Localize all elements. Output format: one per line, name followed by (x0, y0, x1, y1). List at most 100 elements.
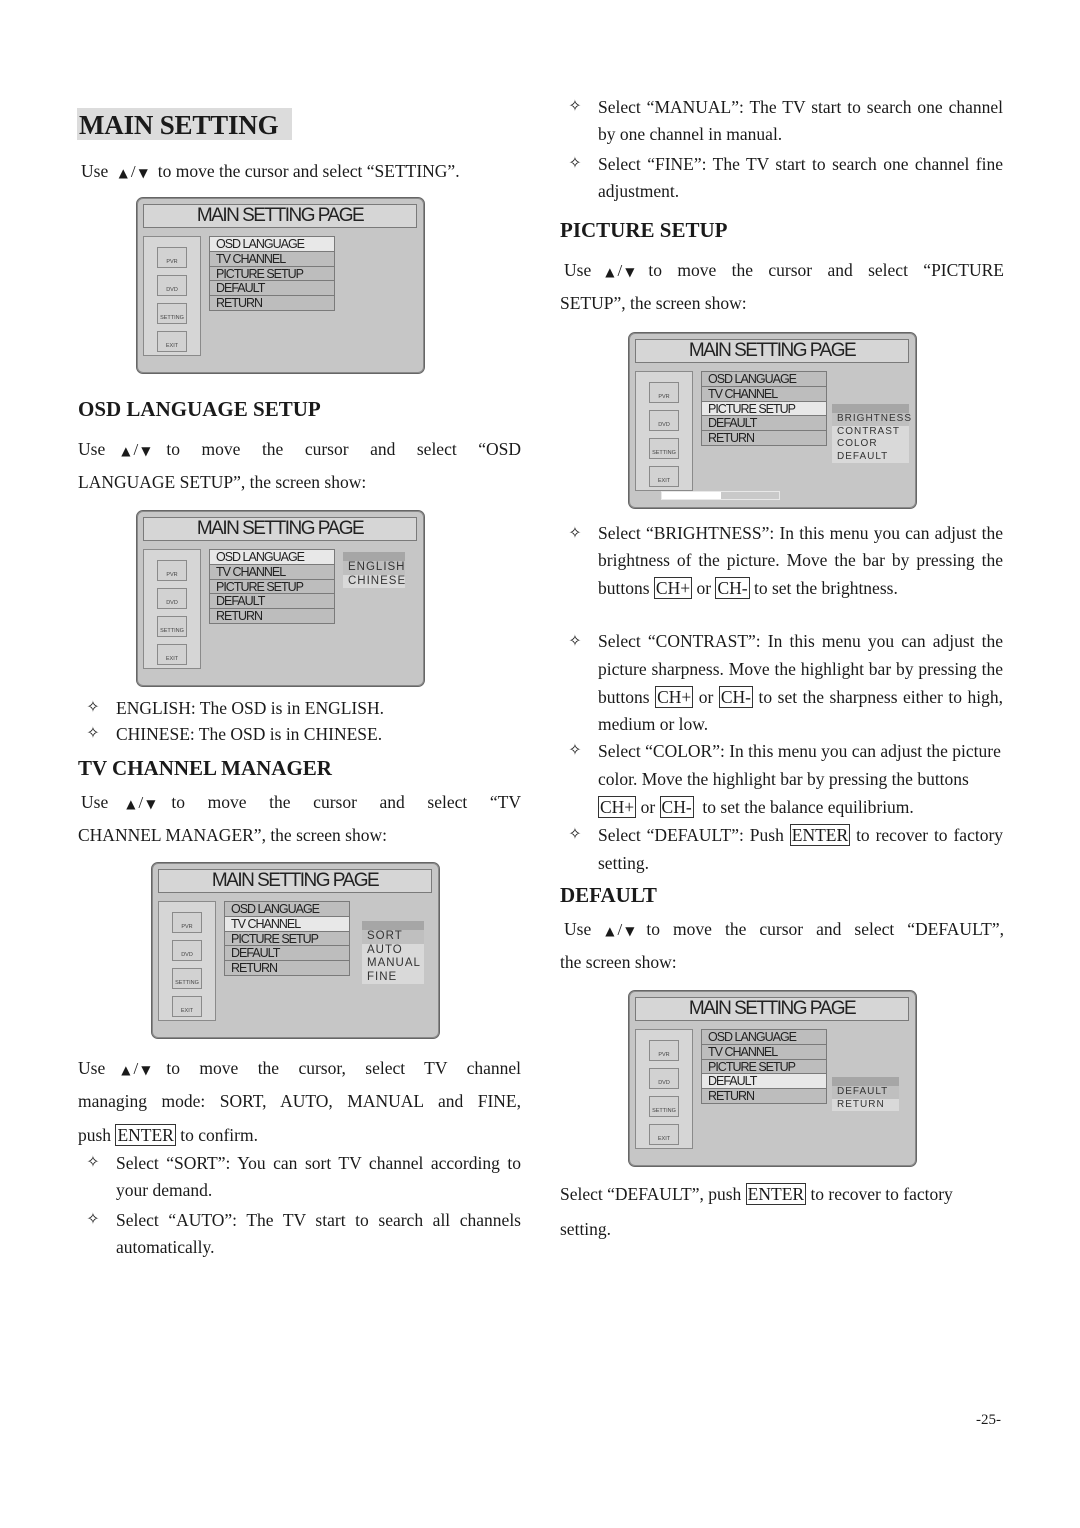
ch-minus-key: CH- (715, 576, 750, 599)
osd-submenu-item[interactable]: FINE (362, 971, 424, 985)
osd-menu-item[interactable]: DEFAULT (210, 594, 334, 610)
osd-side-button-exit[interactable]: EXIT (649, 1124, 679, 1145)
osd-menu-item[interactable]: PICTURE SETUP (702, 401, 826, 417)
default-final-line1: Select “DEFAULT”, push ENTER to recover … (560, 1183, 953, 1205)
osd-side-button-setting[interactable]: SETTING (157, 303, 187, 324)
osd-level-slider[interactable] (661, 491, 780, 500)
osd-submenu-item[interactable]: MANUAL (362, 957, 424, 971)
up-down-arrows-icon: ▲ / ▼ (605, 261, 635, 280)
osd-submenu: DEFAULT RETURN (832, 1077, 899, 1111)
bullet-star-icon: ✧ (568, 525, 582, 542)
osd-menu-item[interactable]: TV CHANNEL (702, 386, 826, 402)
ch-plus-key: CH+ (598, 796, 637, 818)
osd-menu-item[interactable]: DEFAULT (702, 416, 826, 432)
enter-key: ENTER (115, 1124, 176, 1146)
osd-menu-item[interactable]: DEFAULT (702, 1074, 826, 1090)
osd-side-button-exit[interactable]: EXIT (172, 996, 202, 1017)
osd-side-button-setting[interactable]: SETTING (649, 1096, 679, 1117)
osd-side-panel: PVR DVD SETTING EXIT (635, 371, 693, 491)
osd-title: MAIN SETTING PAGE (635, 997, 909, 1021)
bullet-star-icon: ✧ (568, 633, 582, 650)
osd-side-button-pvr[interactable]: PVR (649, 382, 679, 403)
osd-submenu: BRIGHTNESS CONTRAST COLOR DEFAULT (832, 404, 911, 464)
osd-submenu-item[interactable]: COLOR (832, 438, 909, 451)
osd-menu-item[interactable]: RETURN (702, 1089, 826, 1103)
osd-menu-item[interactable]: OSD LANGUAGE (225, 902, 349, 917)
bullet-brightness: ✧ Select “BRIGHTNESS”: In this menu you … (560, 520, 1003, 602)
tv-channel-instruction-line1: Use ▲ / ▼ to move the cursor and select “TV (81, 786, 521, 821)
osd-menu-item[interactable]: DEFAULT (225, 946, 349, 962)
osd-side-button-dvd[interactable]: DVD (649, 410, 679, 431)
osd-submenu-item[interactable]: BRIGHTNESS (832, 413, 911, 426)
page-number: -25- (976, 1412, 1001, 1428)
osd-submenu-item[interactable]: AUTO (362, 944, 424, 958)
osd-submenu-item[interactable]: DEFAULT (832, 1086, 899, 1099)
bullet-contrast: ✧ Select “CONTRAST”: In this menu you ca… (560, 628, 1003, 739)
osd-menu: OSD LANGUAGE TV CHANNEL PICTURE SETUP DEFAU… (209, 236, 335, 311)
osd-side-panel: PVR DVD SETTING EXIT (158, 901, 216, 1021)
osd-side-button-pvr[interactable]: PVR (649, 1040, 679, 1061)
osd-menu-item[interactable]: RETURN (225, 961, 349, 975)
osd-menu-item[interactable]: RETURN (702, 431, 826, 445)
osd-menu-item[interactable]: PICTURE SETUP (225, 931, 349, 947)
picture-setup-instruction-line1: Use ▲ / ▼ to move the cursor and select “PIC… (564, 254, 1004, 289)
osd-menu-item[interactable]: PICTURE SETUP (210, 579, 334, 595)
osd-side-button-dvd[interactable]: DVD (157, 275, 187, 296)
osd-submenu-item[interactable]: CHINESE (343, 575, 405, 589)
osd-side-button-dvd[interactable]: DVD (649, 1068, 679, 1089)
bullet-sort: ✧ Select “SORT”: You can sort TV channel… (78, 1150, 521, 1203)
osd-side-button-pvr[interactable]: PVR (157, 560, 187, 581)
osd-menu-item[interactable]: DEFAULT (210, 281, 334, 297)
osd-submenu-item[interactable]: SORT (362, 930, 424, 944)
osd-menu-item[interactable]: PICTURE SETUP (702, 1059, 826, 1075)
osd-side-button-setting[interactable]: SETTING (649, 438, 679, 459)
osd-menu-item[interactable]: OSD LANGUAGE (702, 1030, 826, 1045)
osd-menu-item[interactable]: OSD LANGUAGE (210, 237, 334, 252)
bullet-star-icon: ✧ (568, 742, 582, 759)
osd-side-button-pvr[interactable]: PVR (172, 912, 202, 933)
bullet-chinese: ✧ CHINESE: The OSD is in CHINESE. (78, 721, 521, 748)
osd-title: MAIN SETTING PAGE (635, 339, 909, 363)
osd-submenu-header (832, 404, 909, 413)
osd-menu: OSD LANGUAGE TV CHANNEL PICTURE SETUP DEFAU… (209, 549, 335, 624)
osd-side-button-setting[interactable]: SETTING (157, 616, 187, 637)
osd-side-button-pvr[interactable]: PVR (157, 247, 187, 268)
default-instruction-line1: Use ▲ / ▼ to move the cursor and select “DEF… (564, 913, 1004, 948)
osd-menu-item[interactable]: OSD LANGUAGE (702, 372, 826, 387)
osd-menu-item[interactable]: RETURN (210, 296, 334, 310)
ch-plus-key: CH+ (655, 685, 694, 708)
bullet-star-icon: ✧ (568, 98, 582, 115)
osd-side-button-setting[interactable]: SETTING (172, 968, 202, 989)
osd-language-instruction-line2: LANGUAGE SETUP”, the screen show: (78, 472, 367, 492)
osd-side-button-dvd[interactable]: DVD (157, 588, 187, 609)
osd-side-button-exit[interactable]: EXIT (649, 466, 679, 487)
osd-language-instruction-line1: Use ▲ / ▼ to move the cursor and select “OSD (78, 433, 521, 468)
osd-menu-item[interactable]: PICTURE SETUP (210, 266, 334, 282)
osd-submenu-item[interactable]: DEFAULT (832, 451, 909, 464)
osd-title: MAIN SETTING PAGE (158, 869, 432, 893)
osd-menu-item[interactable]: TV CHANNEL (225, 916, 349, 932)
default-instruction-line2: the screen show: (560, 952, 677, 972)
osd-menu-item[interactable]: OSD LANGUAGE (210, 550, 334, 565)
osd-screen-main: MAIN SETTING PAGE PVR DVD SETTING EXIT OSD LA… (136, 197, 425, 374)
osd-menu-item[interactable]: TV CHANNEL (702, 1044, 826, 1060)
bullet-star-icon: ✧ (86, 1211, 100, 1228)
osd-submenu-item[interactable]: ENGLISH (343, 561, 405, 575)
osd-menu-item[interactable]: RETURN (210, 609, 334, 623)
osd-submenu: ENGLISH CHINESE (343, 552, 405, 588)
osd-side-button-dvd[interactable]: DVD (172, 940, 202, 961)
osd-menu: OSD LANGUAGE TV CHANNEL PICTURE SETUP DEFAU… (224, 901, 350, 976)
osd-menu-item[interactable]: TV CHANNEL (210, 564, 334, 580)
osd-screen-language: MAIN SETTING PAGE PVR DVD SETTING EXIT OSD LA… (136, 510, 425, 687)
osd-side-button-exit[interactable]: EXIT (157, 644, 187, 665)
osd-submenu-item[interactable]: RETURN (832, 1099, 899, 1112)
osd-menu-item[interactable]: TV CHANNEL (210, 251, 334, 267)
osd-submenu-item[interactable]: CONTRAST (832, 426, 909, 439)
osd-menu: OSD LANGUAGE TV CHANNEL PICTURE SETUP DEFAU… (701, 371, 827, 446)
up-down-arrows-icon: ▲ / ▼ (121, 440, 151, 459)
osd-screen-tv-channel: MAIN SETTING PAGE PVR DVD SETTING EXIT OSD LA… (151, 862, 440, 1039)
osd-side-button-exit[interactable]: EXIT (157, 331, 187, 352)
osd-submenu: SORT AUTO MANUAL FINE (362, 921, 424, 984)
enter-key: ENTER (745, 1183, 807, 1205)
bullet-star-icon: ✧ (86, 1154, 100, 1171)
